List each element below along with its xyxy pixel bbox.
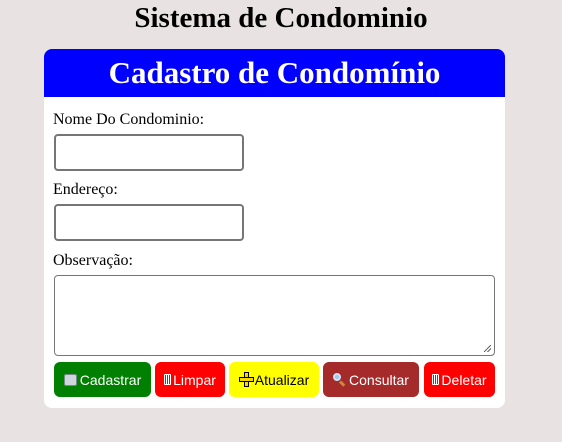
magnifier-icon xyxy=(333,373,346,386)
observacao-textarea[interactable] xyxy=(54,275,495,356)
observacao-label: Observação: xyxy=(53,252,133,269)
cadastro-form: Cadastro de Condomínio Nome Do Condomini… xyxy=(44,49,505,408)
consultar-button[interactable]: Consultar xyxy=(323,362,419,397)
endereco-input[interactable] xyxy=(54,204,244,241)
endereco-label: Endereço: xyxy=(53,181,118,198)
limpar-label: Limpar xyxy=(173,371,216,388)
consultar-label: Consultar xyxy=(349,371,409,388)
trash-icon xyxy=(432,374,440,385)
trash-icon xyxy=(164,374,172,385)
deletar-button[interactable]: Deletar xyxy=(424,362,495,397)
nome-input[interactable] xyxy=(54,134,244,171)
plus-icon xyxy=(238,372,254,387)
resize-grip-icon[interactable] xyxy=(484,345,491,352)
nome-label: Nome Do Condominio: xyxy=(53,111,205,128)
page-title: Sistema de Condominio xyxy=(134,2,428,34)
deletar-label: Deletar xyxy=(441,371,487,388)
form-header: Cadastro de Condomínio xyxy=(44,49,505,97)
cadastrar-label: Cadastrar xyxy=(79,371,142,388)
cadastrar-button[interactable]: Cadastrar xyxy=(54,362,151,397)
book-icon xyxy=(63,373,77,386)
atualizar-button[interactable]: Atualizar xyxy=(229,362,319,397)
limpar-button[interactable]: Limpar xyxy=(155,362,225,397)
atualizar-label: Atualizar xyxy=(254,371,310,388)
